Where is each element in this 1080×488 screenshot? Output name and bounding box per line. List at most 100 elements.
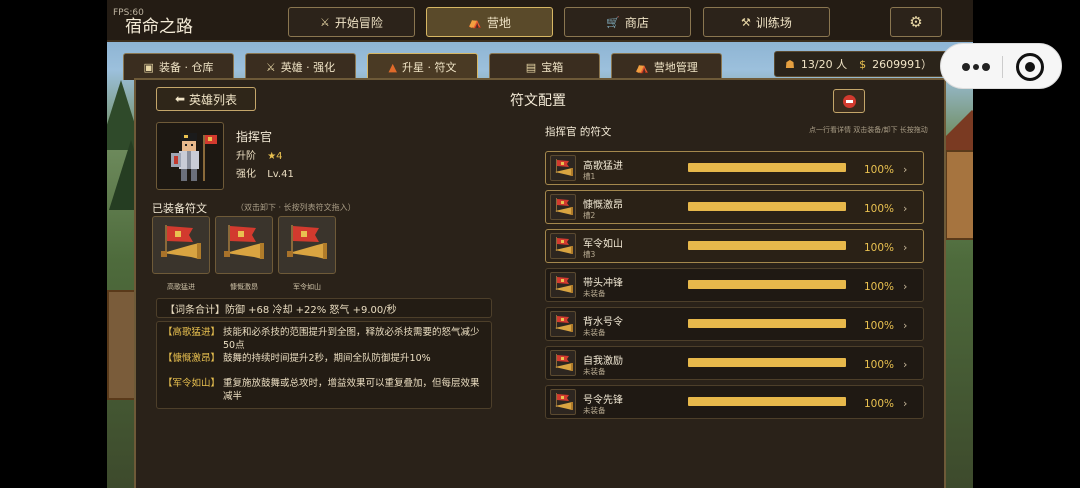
back-arrow-icon: ⬅ <box>174 92 186 106</box>
rune-list-row[interactable]: 自我激励 未装备 100% › <box>545 346 924 380</box>
panel-title: 符文配置 <box>510 93 566 109</box>
rank-value: ★4 <box>267 151 283 162</box>
rune-progress-bar <box>688 202 846 211</box>
crossed-swords-icon: ⚔ <box>265 60 276 74</box>
population-count: 13/20 人 <box>800 58 848 71</box>
rune-progress-percent: 100% <box>864 320 895 332</box>
rune-slot-2[interactable] <box>215 216 273 274</box>
hero-list-back-button[interactable]: ⬅ 英雄列表 <box>156 87 256 111</box>
equipped-runes-hint: （双击卸下 · 长按列表符文拖入） <box>236 203 356 212</box>
stat-summary: 【词条合计】防御 +68 冷却 +22% 怒气 +9.00/秒 <box>156 298 492 318</box>
rune-progress-bar <box>688 280 846 289</box>
game-stage: FPS:60 宿命之路 ⚔ 开始冒险 ⛺ 营地 🛒 商店 ⚒ 训练场 ⚙ ▣ 装… <box>107 0 973 488</box>
hero-portrait <box>156 122 224 190</box>
tab-label: 营地管理 <box>653 61 698 74</box>
rune-status: 槽2 <box>583 211 596 220</box>
rune-list-row[interactable]: 带头冲锋 未装备 100% › <box>545 268 924 302</box>
rune-list-title: 指挥官 的符文 <box>545 126 612 138</box>
horn-flag-icon <box>550 311 576 337</box>
rune-progress-percent: 100% <box>864 398 895 410</box>
chevron-right-icon: › <box>903 397 908 410</box>
hero-level: 强化 Lv.41 <box>236 165 294 180</box>
horn-flag-icon <box>161 225 201 259</box>
level-label: 强化 <box>236 169 256 180</box>
horn-flag-icon <box>550 233 576 259</box>
rune-slot-3[interactable] <box>278 216 336 274</box>
chevron-right-icon: › <box>903 163 908 176</box>
tab-label: 升星 · 符文 <box>401 61 457 74</box>
rune-progress-fill <box>688 280 846 289</box>
rune-progress-bar <box>688 397 846 406</box>
rune-slot-label: 慷慨激昂 <box>230 283 258 291</box>
dumbbell-icon: ⚒ <box>741 15 751 29</box>
rune-list-row[interactable]: 高歌猛进 槽1 100% › <box>545 151 924 185</box>
nav-start-adventure-button[interactable]: ⚔ 开始冒险 <box>288 7 415 37</box>
rune-progress-bar <box>688 241 846 250</box>
nav-label: 商店 <box>624 15 649 30</box>
gold-count: 2609991） <box>872 58 933 71</box>
nav-label: 营地 <box>486 15 511 30</box>
rune-list-row[interactable]: 背水号令 未装备 100% › <box>545 307 924 341</box>
chevron-right-icon: › <box>903 280 908 293</box>
close-miniprogram-icon[interactable] <box>1016 53 1044 81</box>
crossed-swords-icon: ⚔ <box>320 15 330 29</box>
miniprogram-capsule <box>940 43 1062 89</box>
nav-shop-button[interactable]: 🛒 商店 <box>564 7 691 37</box>
rune-list-row[interactable]: 慷慨激昂 槽2 100% › <box>545 190 924 224</box>
rune-progress-fill <box>688 319 846 328</box>
effect-text: 鼓舞的持续时间提升2秒，期间全队防御提升10% <box>223 353 431 364</box>
rune-list-row[interactable]: 军令如山 槽3 100% › <box>545 229 924 263</box>
rune-progress-percent: 100% <box>864 164 895 176</box>
rune-slot-1[interactable] <box>152 216 210 274</box>
tab-chest[interactable]: ▤ 宝箱 <box>489 53 600 80</box>
rune-status: 槽1 <box>583 172 596 181</box>
rune-progress-bar <box>688 358 846 367</box>
horn-flag-icon <box>550 194 576 220</box>
bag-icon: ▣ <box>143 60 154 74</box>
tab-hero-enhance[interactable]: ⚔ 英雄 · 强化 <box>245 53 356 80</box>
rune-name: 背水号令 <box>583 317 623 328</box>
tab-star-rune[interactable]: ▲ 升星 · 符文 <box>367 53 478 80</box>
resource-bar: ☗ 13/20 人 $ 2609991） <box>774 51 951 77</box>
chevron-right-icon: › <box>903 241 908 254</box>
rune-name: 带头冲锋 <box>583 278 623 289</box>
back-label: 英雄列表 <box>189 92 238 107</box>
rune-status: 未装备 <box>583 289 606 298</box>
rune-progress-bar <box>688 163 846 172</box>
nav-training-button[interactable]: ⚒ 训练场 <box>703 7 830 37</box>
scenery-house <box>945 150 973 240</box>
horn-flag-icon <box>550 350 576 376</box>
rune-list-row[interactable]: 号令先锋 未装备 100% › <box>545 385 924 419</box>
tab-camp-management[interactable]: ⛺ 营地管理 <box>611 53 722 80</box>
rune-progress-fill <box>688 163 846 172</box>
rune-progress-percent: 100% <box>864 242 895 254</box>
rune-status: 未装备 <box>583 406 606 415</box>
tab-equipment-storage[interactable]: ▣ 装备 · 仓库 <box>123 53 234 80</box>
rune-progress-bar <box>688 319 846 328</box>
rune-progress-fill <box>688 397 846 406</box>
chest-icon: ▤ <box>525 60 537 74</box>
more-menu-icon[interactable] <box>955 54 997 80</box>
horn-flag-icon <box>550 389 576 415</box>
effect-text: 技能和必杀技的范围提升到全图，释放必杀技需要的怒气减少50点 <box>223 327 480 351</box>
stop-icon <box>842 94 856 108</box>
chevron-right-icon: › <box>903 319 908 332</box>
nav-camp-button[interactable]: ⛺ 营地 <box>426 7 553 37</box>
effect-tag: 【军令如山】 <box>163 378 221 389</box>
effect-tag: 【高歌猛进】 <box>163 327 221 338</box>
close-button[interactable] <box>833 89 865 113</box>
effect-item: 【军令如山】 重复施放鼓舞或总攻时，增益效果可以重复叠加，但每层效果减半 <box>163 377 485 403</box>
camp-icon: ⛺ <box>468 15 482 29</box>
hero-name: 指挥官 <box>236 130 273 144</box>
chevron-right-icon: › <box>903 358 908 371</box>
rune-progress-fill <box>688 358 846 367</box>
cart-icon: 🛒 <box>606 15 620 29</box>
hero-rank: 升阶 ★4 <box>236 147 283 162</box>
rune-progress-percent: 100% <box>864 281 895 293</box>
gear-icon: ⚙ <box>909 13 923 31</box>
rune-name: 号令先锋 <box>583 395 623 406</box>
rune-slot-label: 高歌猛进 <box>167 283 195 291</box>
equipped-runes-title: 已装备符文 <box>152 202 207 215</box>
settings-button[interactable]: ⚙ <box>890 7 942 37</box>
rune-config-panel: ⬅ 英雄列表 符文配置 指挥官 升阶 ★4 强化 Lv.41 已装备符文 （双击… <box>134 78 946 488</box>
